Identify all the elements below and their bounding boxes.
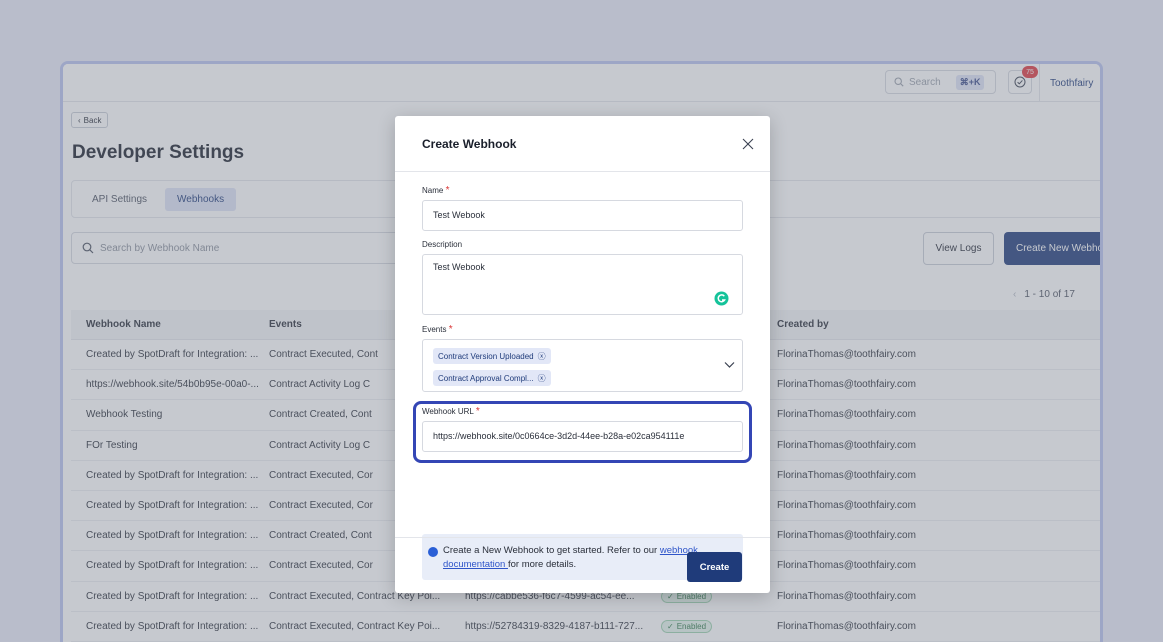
name-field[interactable]: Test Webook (422, 200, 743, 231)
modal-header: Create Webhook (395, 116, 770, 172)
modal-footer: Create (395, 537, 770, 593)
required-marker: * (448, 324, 453, 335)
close-modal-button[interactable] (740, 136, 756, 152)
remove-chip-icon[interactable]: ⓧ (538, 351, 546, 362)
event-chip: Contract Approval Compl... ⓧ (433, 370, 551, 386)
name-label: Name * (422, 185, 449, 196)
event-chip: Contract Version Uploaded ⓧ (433, 348, 551, 364)
event-chip-label: Contract Approval Compl... (438, 373, 534, 383)
description-label: Description (422, 240, 463, 249)
description-value: Test Webook (433, 262, 485, 272)
event-chip-label: Contract Version Uploaded (438, 351, 534, 361)
events-label: Events * (422, 324, 453, 335)
name-label-text: Name (422, 186, 444, 195)
grammarly-icon[interactable] (714, 291, 729, 306)
create-button[interactable]: Create (687, 552, 742, 582)
create-webhook-modal: Create Webhook Name * Test Webook Descri… (395, 116, 770, 593)
events-label-text: Events (422, 325, 447, 334)
focus-highlight (413, 401, 752, 463)
modal-title: Create Webhook (422, 136, 517, 151)
close-icon (742, 138, 754, 149)
description-field[interactable]: Test Webook (422, 254, 743, 315)
remove-chip-icon[interactable]: ⓧ (538, 373, 546, 384)
required-marker: * (445, 185, 450, 196)
chevron-down-icon[interactable] (724, 361, 735, 369)
